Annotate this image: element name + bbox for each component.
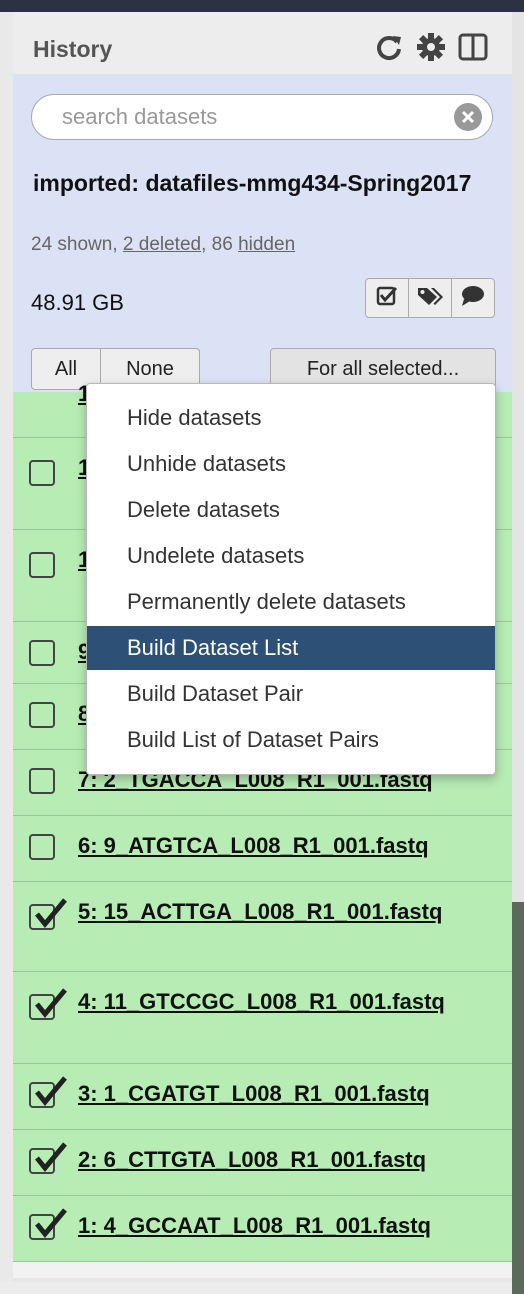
dataset-title[interactable]: 3: 1_CGATGT_L008_R1_001.fastq — [78, 1078, 498, 1110]
comment-icon — [460, 285, 486, 312]
menu-item[interactable]: Permanently delete datasets — [87, 580, 495, 624]
checked-checkbox[interactable] — [29, 988, 67, 1020]
history-stats: 24 shown, 2 deleted, 86 hidden — [31, 234, 295, 256]
dataset-title[interactable]: 1: 4_GCCAAT_L008_R1_001.fastq — [78, 1210, 498, 1242]
dataset-item[interactable]: 2: 6_CTTGTA_L008_R1_001.fastq — [13, 1130, 512, 1196]
menu-item[interactable]: Build Dataset Pair — [87, 672, 495, 716]
checkbox[interactable] — [29, 460, 55, 486]
dataset-item[interactable]: 4: 11_GTCCGC_L008_R1_001.fastq — [13, 972, 512, 1064]
top-bar — [0, 0, 524, 12]
shown-count: 24 shown, — [31, 234, 118, 255]
menu-item[interactable]: Delete datasets — [87, 488, 495, 532]
header-icons — [374, 32, 488, 62]
menu-item[interactable]: Unhide datasets — [87, 442, 495, 486]
gear-icon[interactable] — [416, 32, 446, 62]
tags-icon — [416, 285, 444, 312]
edit-tags-button[interactable] — [409, 279, 452, 317]
dataset-item[interactable]: 6: 9_ATGTCA_L008_R1_001.fastq — [13, 816, 512, 882]
checked-checkbox[interactable] — [29, 1076, 67, 1108]
menu-item[interactable]: Build Dataset List — [87, 626, 495, 670]
history-title: History — [33, 36, 113, 62]
dataset-title[interactable]: 5: 15_ACTTGA_L008_R1_001.fastq — [78, 896, 498, 928]
history-header: History — [13, 12, 512, 74]
dataset-item[interactable]: 1: 4_GCCAAT_L008_R1_001.fastq — [13, 1196, 512, 1262]
stats-separator: , — [201, 234, 207, 255]
panel-footer — [13, 1278, 512, 1282]
checked-checkbox[interactable] — [29, 1142, 67, 1174]
refresh-icon[interactable] — [374, 32, 404, 62]
checkbox[interactable] — [29, 552, 55, 578]
dataset-item[interactable]: 3: 1_CGATGT_L008_R1_001.fastq — [13, 1064, 512, 1130]
checked-checkbox[interactable] — [29, 1208, 67, 1240]
select-items-button[interactable] — [366, 279, 409, 317]
dataset-item[interactable]: 5: 15_ACTTGA_L008_R1_001.fastq — [13, 882, 512, 972]
hidden-link[interactable]: hidden — [238, 234, 295, 255]
for-all-selected-menu: Hide datasets Unhide datasets Delete datas… — [86, 383, 496, 775]
history-size: 48.91 GB — [31, 290, 124, 315]
search-box — [31, 94, 493, 140]
checkbox[interactable] — [29, 768, 55, 794]
background-image-edge — [512, 902, 524, 1294]
history-controls: imported: datafiles-mmg434-Spring2017 24… — [13, 74, 512, 392]
menu-item[interactable]: Undelete datasets — [87, 534, 495, 578]
checkbox[interactable] — [29, 702, 55, 728]
menu-item[interactable]: Build List of Dataset Pairs — [87, 718, 495, 762]
history-name[interactable]: imported: datafiles-mmg434-Spring2017 — [33, 166, 473, 200]
columns-icon[interactable] — [458, 32, 488, 62]
center-panel-edge — [0, 12, 14, 1282]
dataset-title[interactable]: 6: 9_ATGTCA_L008_R1_001.fastq — [78, 830, 498, 862]
right-edge — [512, 12, 524, 1294]
hidden-count: 86 — [211, 234, 233, 255]
check-square-icon — [376, 285, 398, 312]
checked-checkbox[interactable] — [29, 898, 67, 930]
dataset-title[interactable]: 4: 11_GTCCGC_L008_R1_001.fastq — [78, 986, 498, 1018]
menu-item[interactable]: Hide datasets — [87, 396, 495, 440]
history-action-buttons — [365, 278, 495, 318]
checkbox[interactable] — [29, 834, 55, 860]
edit-annotation-button[interactable] — [452, 279, 494, 317]
search-input[interactable] — [60, 101, 444, 133]
dataset-title[interactable]: 2: 6_CTTGTA_L008_R1_001.fastq — [78, 1144, 498, 1176]
clear-search-icon[interactable] — [454, 103, 482, 131]
deleted-link[interactable]: 2 deleted — [123, 234, 201, 255]
checkbox[interactable] — [29, 640, 55, 666]
